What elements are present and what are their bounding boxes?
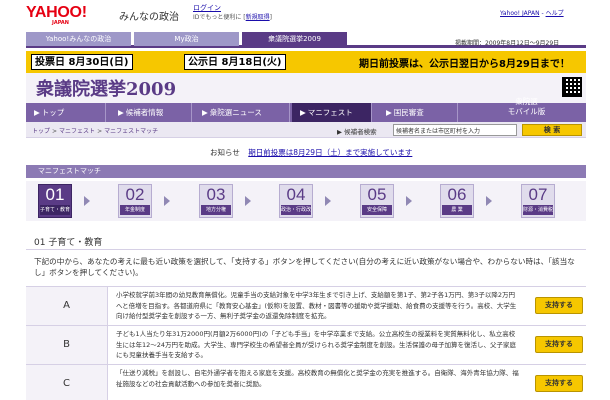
yahoo-logo-sub: JAPAN (52, 20, 69, 26)
step-02-label: 年金制度 (120, 205, 150, 215)
breadcrumb: トップ > マニフェスト > マニフェストマッチ (32, 128, 159, 135)
option-a: A 小学校就学前3年間の幼児教育無償化。児童手当の支給対象を中学3年生まで引き上… (26, 287, 586, 326)
option-letter: A (26, 287, 108, 325)
step-02[interactable]: 02 年金制度 (118, 184, 152, 218)
nav-mobile-line2: モバイル版 (507, 107, 546, 116)
step-04-label: 政治・行政改革 (281, 205, 311, 215)
step-02-num: 02 (125, 185, 145, 204)
step-04-num: 04 (286, 185, 306, 204)
arrow-icon: ▶ (300, 108, 306, 117)
nav-manifesto[interactable]: ▶ マニフェスト (292, 103, 372, 122)
notice: お知らせ 期日前投票は8月29日（土）まで実施しています (210, 147, 412, 158)
login-desc-text: IDでもっと便利に (193, 14, 242, 21)
option-c: C 「仕送り減税」を創設し、自宅外通学者を抱える家庭を支援。高校教育の無償化と奨… (26, 365, 586, 400)
step-arrow-icon (325, 196, 331, 206)
search-button[interactable]: 検 索 (522, 124, 582, 136)
nav-mobile-line1: 衆院選 (515, 97, 538, 106)
header: YAHOO! JAPAN みんなの政治 ログイン IDでもっと便利に [新規取得… (0, 0, 610, 30)
step-03[interactable]: 03 地方分権 (199, 184, 233, 218)
step-07-label: 財源・消費税 (523, 205, 553, 215)
breadcrumb-bar: トップ>マニフェスト>マニフェストマッチ ▶ 候補者検索 検 索 (26, 122, 586, 138)
step-04[interactable]: 04政治・行政改革 (279, 184, 313, 218)
step-05[interactable]: 05 安全保障 (360, 184, 394, 218)
register-link[interactable]: 新規取得 (246, 14, 270, 21)
step-arrow-icon (84, 196, 90, 206)
option-text: 「仕送り減税」を創設し、自宅外通学者を抱える家庭を支援。高校教育の無償化と奨学金… (116, 369, 519, 388)
intro-text: 下記の中から、あなたの考えに最も近い政策を選択して、「支持する」ボタンを押してく… (34, 257, 575, 277)
yahoo-japan-link[interactable]: Yahoo! JAPAN (500, 10, 540, 17)
step-arrow-icon (164, 196, 170, 206)
search-label-arrow-icon: ▶ (337, 128, 342, 136)
nav-candidates-label: 候補者情報 (125, 108, 164, 117)
step-01[interactable]: 01 子育て・教育 (38, 184, 72, 218)
tab-election-2009[interactable]: 衆議院選挙2009 (242, 32, 347, 46)
arrow-icon: ▶ (386, 108, 392, 117)
nav-candidates[interactable]: ▶ 候補者情報 (110, 103, 192, 122)
breadcrumb-top[interactable]: トップ (32, 128, 50, 135)
breadcrumb-current: マニフェストマッチ (104, 128, 159, 135)
topic-title: 01 子育て・教育 (34, 238, 103, 248)
nav-manifesto-label: マニフェスト (307, 108, 353, 117)
divider (26, 249, 586, 250)
candidate-search-input[interactable] (393, 124, 517, 136)
breadcrumb-manifesto[interactable]: マニフェスト (59, 128, 95, 135)
support-button-b[interactable]: 支持する (535, 336, 583, 353)
option-letter: B (26, 326, 108, 364)
step-arrow-icon (245, 196, 251, 206)
step-arrow-icon (486, 196, 492, 206)
step-01-label: 子育て・教育 (40, 205, 70, 215)
arrow-icon: ▶ (202, 108, 208, 117)
qr-code-icon[interactable] (562, 77, 582, 97)
top-right-links: Yahoo! JAPAN - ヘルプ (500, 10, 564, 17)
step-01-num: 01 (45, 185, 65, 204)
step-05-num: 05 (367, 185, 387, 204)
step-07-num: 07 (528, 185, 548, 204)
nav-mobile[interactable]: 衆院選 モバイル版 (493, 92, 560, 122)
notice-label: お知らせ (210, 148, 240, 157)
announce-day: 公示日 8月18日(火) (184, 54, 286, 70)
publish-period: 掲載期間：2009年8月12日〜9月29日 (455, 40, 560, 47)
nav-review-label: 国民審査 (393, 108, 424, 117)
site-name[interactable]: みんなの政治 (119, 8, 179, 23)
election-banner: 投票日 8月30日(日) 公示日 8月18日(火) 期日前投票は、公示日翌日から… (26, 51, 586, 73)
search-label: ▶ 候補者検索 (337, 126, 377, 136)
nav-news-label: 衆院選ニュース (209, 108, 262, 117)
section-title: マニフェストマッチ (26, 165, 586, 178)
nav-review[interactable]: ▶ 国民審査 (378, 103, 458, 122)
search-label-text: 候補者検索 (344, 128, 377, 136)
option-b: B 子ども1人当たり年31万2000円(月額2万6000円)の「子ども手当」を中… (26, 326, 586, 365)
tab-my-seiji[interactable]: My政治 (134, 32, 239, 46)
step-arrow-icon (406, 196, 412, 206)
nav-top-label: トップ (41, 108, 65, 117)
vote-day: 投票日 8月30日(日) (31, 54, 133, 70)
option-text: 小学校就学前3年間の幼児教育無償化。児童手当の支給対象を中学3年生まで引き上げ、… (116, 291, 517, 320)
step-06-num: 06 (447, 185, 467, 204)
step-07[interactable]: 07 財源・消費税 (521, 184, 555, 218)
arrow-icon: ▶ (34, 108, 40, 117)
page-title[interactable]: 衆議院選挙2009 (36, 75, 176, 101)
support-button-a[interactable]: 支持する (535, 297, 583, 314)
step-bar: 01子育て・教育 02年金制度 03地方分権 04政治・行政改革 05安全保障 … (26, 181, 586, 221)
nav-news[interactable]: ▶ 衆院選ニュース (194, 103, 290, 122)
option-letter: C (26, 365, 108, 400)
step-06-label: 農 業 (442, 205, 472, 215)
step-03-num: 03 (206, 185, 226, 204)
tab-minna-no-seiji[interactable]: Yahoo!みんなの政治 (26, 32, 131, 46)
step-05-label: 安全保障 (362, 205, 392, 215)
early-vote-message: 期日前投票は、公示日翌日から8月29日まで！ (359, 59, 570, 70)
notice-link[interactable]: 期日前投票は8月29日（土）まで実施しています (248, 148, 412, 157)
nav-top[interactable]: ▶ トップ (26, 103, 106, 122)
login-desc: IDでもっと便利に [新規取得] (193, 14, 272, 21)
arrow-icon: ▶ (118, 108, 124, 117)
help-link[interactable]: ヘルプ (546, 10, 564, 17)
step-06[interactable]: 06 農 業 (440, 184, 474, 218)
option-text: 子ども1人当たり年31万2000円(月額2万6000円)の「子ども手当」を中学卒… (116, 330, 517, 359)
step-03-label: 地方分権 (201, 205, 231, 215)
option-list: A 小学校就学前3年間の幼児教育無償化。児童手当の支給対象を中学3年生まで引き上… (26, 286, 586, 400)
support-button-c[interactable]: 支持する (535, 375, 583, 392)
